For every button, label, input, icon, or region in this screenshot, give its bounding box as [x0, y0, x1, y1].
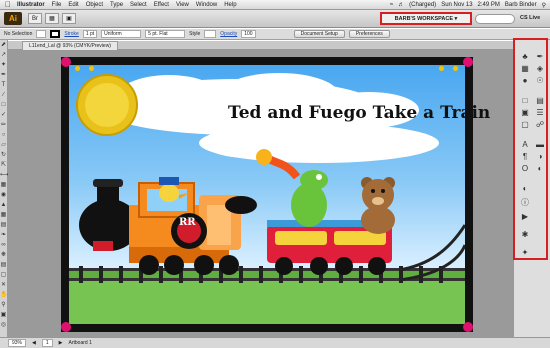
battery-status[interactable]: (Charged): [409, 2, 436, 8]
direct-selection-tool-icon[interactable]: ↗: [0, 50, 7, 60]
corner-light-bottom-left: [61, 322, 71, 332]
panel-dock-highlight: [513, 38, 548, 260]
pencil-tool-icon[interactable]: ✏: [0, 120, 7, 130]
free-transform-tool-icon[interactable]: ▦: [0, 180, 7, 190]
menu-view[interactable]: View: [176, 2, 189, 8]
shape-builder-tool-icon[interactable]: ◉: [0, 190, 7, 200]
coal-car: [225, 196, 257, 214]
artboard-tool-icon[interactable]: ▢: [0, 270, 7, 280]
bear-ted: [361, 177, 395, 234]
magic-wand-tool-icon[interactable]: ✦: [0, 60, 7, 70]
engine-rr-label: RR: [179, 217, 196, 228]
control-panel: No Selection Stroke 1 pt Uniform 5 pt. F…: [0, 29, 550, 40]
mesh-tool-icon[interactable]: ▦: [0, 210, 7, 220]
stroke-weight-field[interactable]: 1 pt: [82, 30, 98, 38]
column-graph-tool-icon[interactable]: ▤: [0, 260, 7, 270]
menu-file[interactable]: File: [52, 2, 62, 8]
draw-mode-icon[interactable]: ◎: [0, 320, 7, 330]
hand-tool-icon[interactable]: ✋: [0, 290, 7, 300]
symbol-sprayer-tool-icon[interactable]: ❋: [0, 250, 7, 260]
selection-tool-icon[interactable]: ⬈: [0, 40, 7, 50]
style-label: Style: [189, 31, 201, 37]
artboard-frame[interactable]: [61, 57, 473, 332]
brush-definition[interactable]: 5 pt. Flat: [145, 30, 186, 38]
menu-window[interactable]: Window: [196, 2, 217, 8]
zoom-level-field[interactable]: 93%: [8, 339, 27, 347]
menu-edit[interactable]: Edit: [68, 2, 78, 8]
variable-width-profile[interactable]: Uniform: [101, 30, 142, 38]
menu-object[interactable]: Object: [86, 2, 103, 8]
mac-menubar:  Illustrator File Edit Object Type Sele…: [0, 0, 550, 10]
cs-live-button[interactable]: CS Live: [520, 15, 540, 21]
cloud-bottom: [199, 123, 439, 163]
stroke-link[interactable]: Stroke: [64, 31, 78, 37]
scale-tool-icon[interactable]: ⇱: [0, 160, 7, 170]
opacity-link[interactable]: Opacity: [220, 31, 237, 37]
menu-type[interactable]: Type: [110, 2, 123, 8]
corner-light-top-right: [463, 57, 473, 67]
menu-select[interactable]: Select: [130, 2, 147, 8]
apple-icon[interactable]: : [5, 0, 11, 9]
document-tab-bar: L11end_Lal @ 93% (CMYK/Preview): [8, 41, 513, 50]
perspective-grid-tool-icon[interactable]: ▲: [0, 200, 7, 210]
corner-light-bottom-right: [463, 322, 473, 332]
line-tool-icon[interactable]: ∕: [0, 90, 7, 100]
document-setup-button[interactable]: Document Setup: [293, 30, 345, 38]
spotlight-icon[interactable]: ⚲: [542, 2, 546, 9]
ai-logo-icon: Ai: [4, 12, 22, 25]
graphic-style-swatch[interactable]: [204, 30, 217, 38]
menu-effect[interactable]: Effect: [154, 2, 169, 8]
rectangle-tool-icon[interactable]: □: [0, 100, 7, 110]
zoom-tool-icon[interactable]: ⚲: [0, 300, 7, 310]
blend-tool-icon[interactable]: ∞: [0, 240, 7, 250]
search-input[interactable]: [475, 14, 515, 24]
menu-help[interactable]: Help: [224, 2, 236, 8]
application-bar: Ai Br ▦ ▣ BARB'S WORKSPACE ▾ CS Live: [0, 10, 550, 28]
slice-tool-icon[interactable]: ✕: [0, 280, 7, 290]
artboard-number-field[interactable]: 1: [41, 339, 53, 347]
fill-swatch[interactable]: [36, 30, 47, 38]
clock-time[interactable]: 2:49 PM: [478, 2, 500, 8]
gradient-tool-icon[interactable]: ▤: [0, 220, 7, 230]
document-tab[interactable]: L11end_Lal @ 93% (CMYK/Preview): [22, 41, 118, 50]
rotate-tool-icon[interactable]: ↻: [0, 150, 7, 160]
next-artboard-icon[interactable]: ▶: [59, 340, 63, 346]
artboard-status-label[interactable]: Artboard 1: [69, 340, 92, 346]
selection-status: No Selection: [4, 31, 33, 37]
golden-book-award-seal: [76, 74, 138, 136]
prev-artboard-icon[interactable]: ◀: [32, 340, 36, 346]
workspace-switcher[interactable]: BARB'S WORKSPACE ▾: [380, 12, 472, 25]
marquee-light: [75, 66, 80, 71]
preferences-button[interactable]: Preferences: [348, 30, 390, 38]
eraser-tool-icon[interactable]: ▱: [0, 140, 7, 150]
paintbrush-tool-icon[interactable]: ✓: [0, 110, 7, 120]
artwork-title[interactable]: Ted and Fuego Take a Train: [228, 103, 490, 123]
pen-tool-icon[interactable]: ✒: [0, 70, 7, 80]
app-name[interactable]: Illustrator: [17, 2, 45, 8]
arrange-documents-button[interactable]: ▦: [45, 13, 59, 24]
corner-light-top-left: [61, 57, 71, 67]
wifi-icon[interactable]: ≈: [390, 2, 393, 8]
user-name[interactable]: Barb Binder: [505, 2, 537, 8]
bridge-button[interactable]: Br: [28, 13, 42, 24]
stroke-swatch[interactable]: [50, 30, 61, 38]
opacity-field[interactable]: 100: [241, 30, 256, 38]
tools-panel: ⬈ ↗ ✦ ✒ T ∕ □ ✓ ✏ ○ ▱ ↻ ⇱ ⟷ ▦ ◉ ▲ ▦ ▤ ❧ …: [0, 40, 9, 338]
volume-icon[interactable]: ♬: [398, 2, 404, 8]
type-tool-icon[interactable]: T: [0, 80, 7, 90]
width-tool-icon[interactable]: ⟷: [0, 170, 9, 180]
clock-date[interactable]: Sun Nov 13: [441, 2, 472, 8]
screen-mode-button[interactable]: ▣: [62, 13, 76, 24]
status-bar: 93% ◀ 1 ▶ Artboard 1: [0, 337, 550, 348]
eyedropper-tool-icon[interactable]: ❧: [0, 230, 7, 240]
blob-brush-tool-icon[interactable]: ○: [0, 130, 7, 140]
fill-stroke-icon[interactable]: ▣: [0, 310, 7, 320]
